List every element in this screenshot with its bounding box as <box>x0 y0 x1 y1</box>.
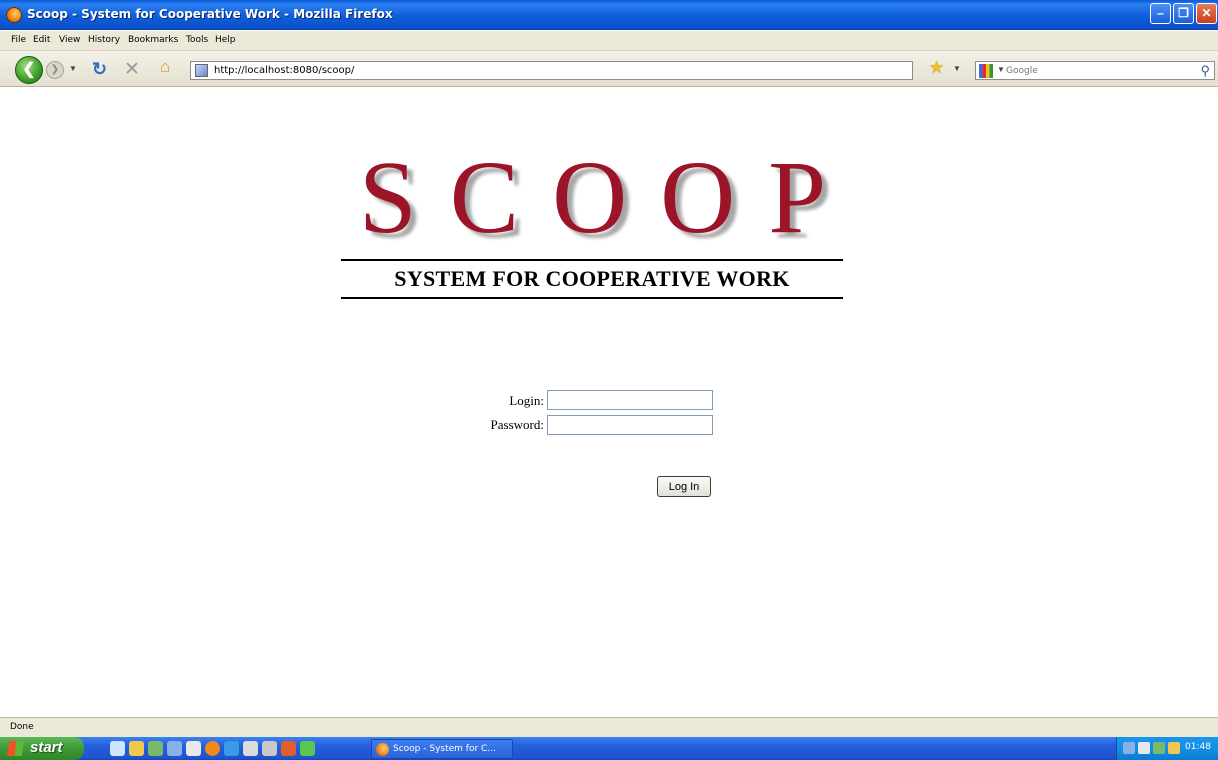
firefox-icon <box>376 743 389 756</box>
firefox-icon <box>6 7 22 23</box>
quicklaunch-app2-icon[interactable] <box>167 741 182 756</box>
star-icon[interactable]: ★ <box>929 58 944 78</box>
tray-app2-icon[interactable] <box>1168 742 1180 754</box>
navigation-toolbar: ❮ ❯ ▼ ↻ ✕ ⌂ http://localhost:8080/scoop/… <box>0 51 1218 87</box>
quicklaunch-app3-icon[interactable] <box>186 741 201 756</box>
window-title: Scoop - System for Cooperative Work - Mo… <box>27 7 393 21</box>
menu-view[interactable]: View <box>59 35 80 45</box>
quicklaunch-app5-icon[interactable] <box>300 741 315 756</box>
star-dropdown-icon[interactable]: ▼ <box>953 64 961 73</box>
windows-flag-icon <box>6 741 25 756</box>
quicklaunch-app4-icon[interactable] <box>281 741 296 756</box>
quicklaunch-app-icon[interactable] <box>148 741 163 756</box>
menu-bookmarks[interactable]: Bookmarks <box>128 35 178 45</box>
tagline: SYSTEM FOR COOPERATIVE WORK <box>394 266 790 291</box>
taskbar-item-firefox[interactable]: Scoop - System for C... <box>371 739 513 759</box>
status-text: Done <box>10 722 34 732</box>
menu-history[interactable]: History <box>88 35 120 45</box>
taskbar-item-label: Scoop - System for C... <box>393 744 496 754</box>
quicklaunch-doc2-icon[interactable] <box>262 741 277 756</box>
menu-tools[interactable]: Tools <box>186 35 208 45</box>
tray-network-icon[interactable] <box>1123 742 1135 754</box>
login-button[interactable]: Log In <box>657 476 711 497</box>
windows-taskbar: start Scoop - System for C... 01:48 <box>0 737 1218 760</box>
search-engine-dropdown-icon[interactable]: ▼ <box>997 65 1005 74</box>
home-icon[interactable]: ⌂ <box>160 57 170 77</box>
close-button[interactable]: ✕ <box>1196 3 1217 24</box>
logo-text: SCOOP <box>358 140 860 255</box>
address-bar[interactable]: http://localhost:8080/scoop/ <box>190 61 913 80</box>
google-icon[interactable] <box>979 64 993 78</box>
quicklaunch-folder-icon[interactable] <box>129 741 144 756</box>
status-bar: Done <box>0 717 1218 737</box>
tagline-divider-bottom <box>341 297 843 299</box>
site-favicon-icon <box>195 64 208 77</box>
quicklaunch-skype-icon[interactable] <box>224 741 239 756</box>
search-input[interactable] <box>1006 63 1186 78</box>
password-input[interactable] <box>547 415 713 435</box>
login-label: Login: <box>509 393 544 408</box>
magnifier-icon[interactable]: ⚲ <box>1200 63 1210 79</box>
quicklaunch-firefox-icon[interactable] <box>205 741 220 756</box>
tray-volume-icon[interactable] <box>1138 742 1150 754</box>
address-url[interactable]: http://localhost:8080/scoop/ <box>214 65 354 76</box>
menu-help[interactable]: Help <box>215 35 236 45</box>
reload-icon[interactable]: ↻ <box>92 59 107 80</box>
start-button[interactable]: start <box>0 737 84 760</box>
quicklaunch-doc-icon[interactable] <box>243 741 258 756</box>
scoop-logo: SCOOP <box>340 146 845 250</box>
login-input[interactable] <box>547 390 713 410</box>
back-arrow-icon[interactable]: ❮ <box>15 56 43 84</box>
window-titlebar[interactable]: Scoop - System for Cooperative Work - Mo… <box>0 0 1218 30</box>
maximize-button[interactable]: ❐ <box>1173 3 1194 24</box>
search-bar[interactable]: ▼ ⚲ <box>975 61 1215 80</box>
taskbar-clock: 01:48 <box>1185 742 1211 752</box>
start-label: start <box>30 739 63 756</box>
menu-file[interactable]: File <box>11 35 26 45</box>
history-dropdown-icon[interactable]: ▼ <box>69 64 77 73</box>
menu-bar: File Edit View History Bookmarks Tools H… <box>0 31 1218 51</box>
minimize-button[interactable]: – <box>1150 3 1171 24</box>
forward-arrow-icon[interactable]: ❯ <box>46 61 64 79</box>
menu-edit[interactable]: Edit <box>33 35 50 45</box>
password-label: Password: <box>490 417 544 432</box>
tagline-divider-top <box>341 259 843 261</box>
quicklaunch-ie-icon[interactable] <box>110 741 125 756</box>
system-tray: 01:48 <box>1116 737 1218 760</box>
stop-icon[interactable]: ✕ <box>124 58 140 81</box>
tray-app-icon[interactable] <box>1153 742 1165 754</box>
